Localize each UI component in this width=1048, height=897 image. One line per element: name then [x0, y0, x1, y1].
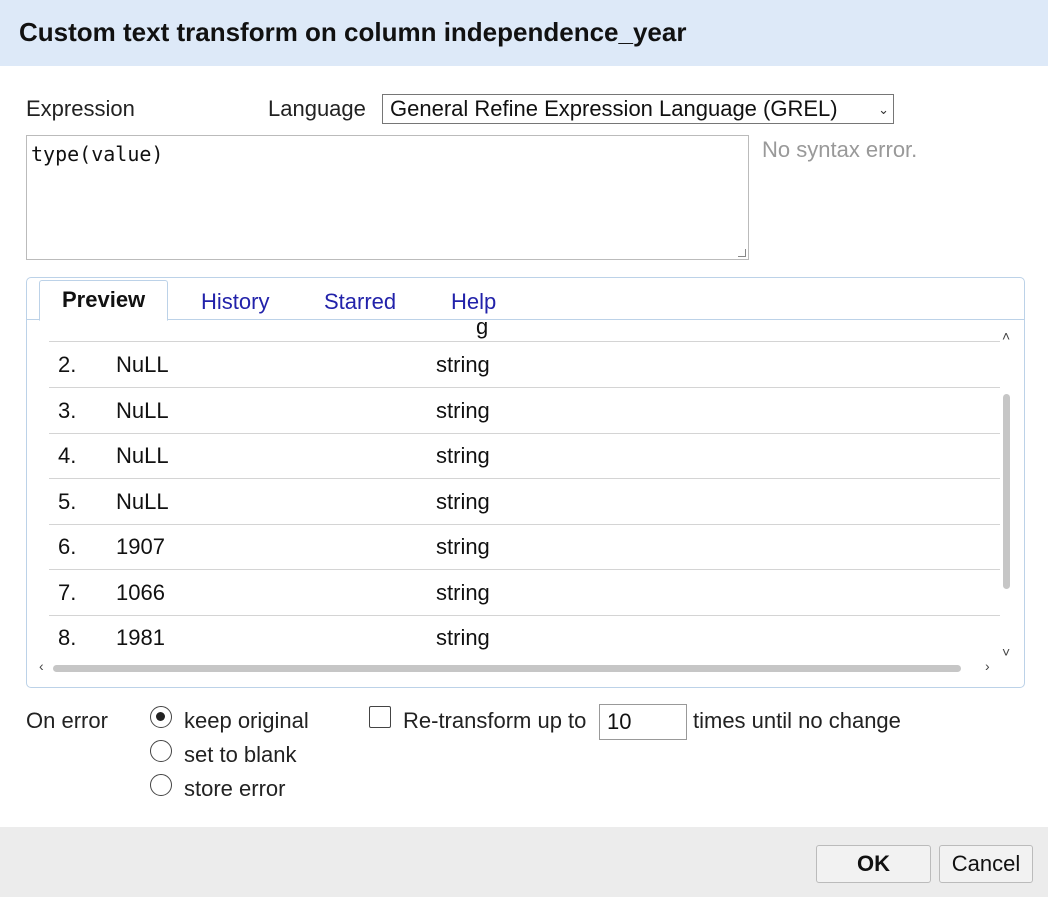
on-error-label: On error [26, 708, 108, 733]
table-row: 7. 1066 string [49, 570, 1000, 616]
row-result: string [436, 625, 490, 650]
radio-label-set-to-blank[interactable]: set to blank [184, 742, 297, 768]
table-row: 8. 1981 string [49, 615, 1000, 660]
row-value: 1907 [116, 534, 165, 559]
horizontal-scrollbar[interactable]: ‹ › [39, 658, 999, 675]
retransform-label[interactable]: Re-transform up to [403, 708, 586, 734]
table-row: 5. NuLL string [49, 479, 1000, 525]
radio-set-to-blank[interactable] [150, 740, 172, 762]
scroll-left-icon[interactable]: ‹ [39, 658, 44, 674]
radio-label-store-error[interactable]: store error [184, 776, 285, 802]
tab-preview[interactable]: Preview [39, 280, 169, 321]
expression-textarea[interactable]: type(value) [26, 135, 749, 260]
row-index: 4. [58, 443, 77, 468]
language-select[interactable]: General Refine Expression Language (GREL… [382, 94, 894, 124]
partial-result-cell: g [476, 320, 489, 339]
radio-keep-original[interactable] [150, 706, 172, 728]
vertical-scrollbar[interactable]: ˄ ˅ [1001, 328, 1015, 660]
row-value: NuLL [116, 398, 169, 423]
radio-store-error[interactable] [150, 774, 172, 796]
table-row: 4. NuLL string [49, 433, 1000, 479]
row-index: 5. [58, 489, 77, 514]
dialog-footer: OK Cancel [0, 827, 1048, 897]
scroll-down-icon[interactable]: ˅ [1002, 644, 1010, 660]
tab-bar: Preview History Starred Help [27, 278, 1024, 321]
row-result: string [436, 443, 490, 468]
tab-starred[interactable]: Starred [324, 287, 396, 320]
row-value: NuLL [116, 443, 169, 468]
row-result: string [436, 352, 490, 377]
row-value: 1981 [116, 625, 165, 650]
tab-history[interactable]: History [201, 287, 269, 320]
ok-button[interactable]: OK [816, 845, 931, 883]
language-select-value: General Refine Expression Language (GREL… [390, 96, 838, 121]
table-row: 6. 1907 string [49, 524, 1000, 570]
row-index: 6. [58, 534, 77, 559]
resize-handle-icon[interactable] [738, 249, 746, 257]
dialog-titlebar: Custom text transform on column independ… [0, 0, 1048, 66]
chevron-down-icon: ⌄ [878, 102, 889, 117]
language-label: Language [268, 96, 366, 121]
row-result: string [436, 534, 490, 559]
preview-panel: Preview History Starred Help g 2. NuLL s… [26, 277, 1025, 688]
row-index: 7. [58, 580, 77, 605]
retransform-suffix-label: times until no change [693, 708, 901, 733]
retransform-times-input[interactable]: 10 [599, 704, 687, 740]
table-row: 2. NuLL string [49, 342, 1000, 388]
row-result: string [436, 489, 490, 514]
table-row-partial: g [49, 320, 1000, 342]
expression-code: type(value) [31, 142, 164, 166]
scroll-up-icon[interactable]: ˄ [1002, 328, 1010, 344]
vertical-scroll-thumb[interactable] [1003, 394, 1010, 589]
row-index: 8. [58, 625, 77, 650]
row-result: string [436, 398, 490, 423]
expression-label: Expression [26, 96, 135, 121]
cancel-button[interactable]: Cancel [939, 845, 1033, 883]
dialog-title: Custom text transform on column independ… [19, 17, 687, 47]
row-index: 2. [58, 352, 77, 377]
radio-selected-dot [156, 712, 165, 721]
preview-table: g 2. NuLL string 3. NuLL string 4. NuLL … [49, 320, 1000, 660]
syntax-status: No syntax error. [762, 137, 918, 162]
tab-help[interactable]: Help [451, 287, 496, 320]
scroll-right-icon[interactable]: › [985, 658, 990, 674]
row-value: NuLL [116, 352, 169, 377]
table-row: 3. NuLL string [49, 388, 1000, 434]
row-value: 1066 [116, 580, 165, 605]
row-value: NuLL [116, 489, 169, 514]
row-index: 3. [58, 398, 77, 423]
retransform-checkbox[interactable] [369, 706, 391, 728]
horizontal-scroll-thumb[interactable] [53, 665, 961, 672]
row-result: string [436, 580, 490, 605]
radio-label-keep-original[interactable]: keep original [184, 708, 309, 734]
